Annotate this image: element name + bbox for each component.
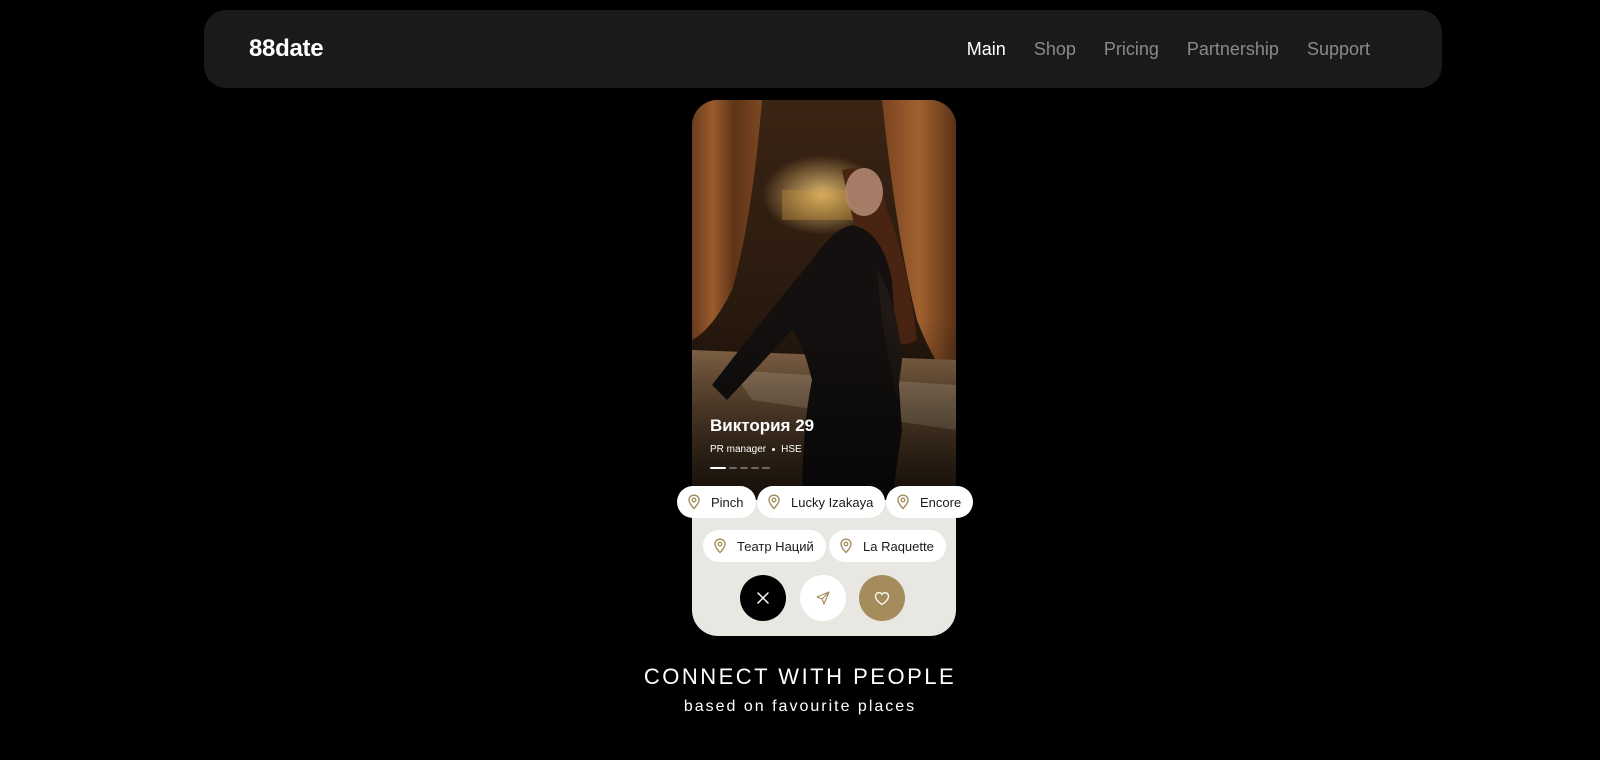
- dislike-button[interactable]: [740, 575, 786, 621]
- paper-plane-icon: [816, 591, 830, 605]
- profile-name-age: Виктория 29: [710, 416, 815, 435]
- place-chip-pinch[interactable]: Pinch: [677, 486, 756, 518]
- meta-separator-dot: [772, 448, 776, 451]
- heart-icon: [874, 591, 890, 605]
- photo-progress-segment: [762, 467, 770, 469]
- header-bar: 88date Main Shop Pricing Partnership Sup…: [204, 10, 1442, 88]
- photo-progress-segment: [740, 467, 748, 469]
- place-chip-teatr-natsiy[interactable]: Театр Наций: [703, 530, 826, 562]
- close-icon: [757, 592, 769, 604]
- nav-item-main[interactable]: Main: [967, 39, 1006, 60]
- place-chip-label: Театр Наций: [737, 538, 814, 554]
- location-pin-icon: [688, 494, 700, 510]
- location-pin-icon: [897, 494, 909, 510]
- profile-occupation: PR manager: [710, 444, 767, 455]
- hero-title: CONNECT WITH PEOPLE: [643, 664, 957, 689]
- landing-page: 88date Main Shop Pricing Partnership Sup…: [0, 0, 1600, 760]
- place-chip-encore[interactable]: Encore: [886, 486, 974, 518]
- like-button[interactable]: [859, 575, 905, 621]
- photo-progress-segment: [710, 467, 726, 469]
- nav-item-pricing[interactable]: Pricing: [1104, 39, 1159, 60]
- photo-progress-indicator: [710, 467, 770, 469]
- photo-progress-segment: [729, 467, 737, 469]
- nav-item-partnership[interactable]: Partnership: [1187, 39, 1279, 60]
- place-chip-lucky-izakaya[interactable]: Lucky Izakaya: [757, 486, 886, 518]
- place-chip-label: Encore: [920, 494, 962, 510]
- profile-meta: PR manager HSE: [710, 444, 802, 455]
- profile-photo[interactable]: Виктория 29 PR manager HSE: [692, 100, 956, 500]
- location-pin-icon: [840, 538, 852, 554]
- place-chip-label: Pinch: [711, 494, 744, 510]
- logo[interactable]: 88date: [249, 10, 324, 88]
- profile-education: HSE: [781, 444, 802, 455]
- nav-item-shop[interactable]: Shop: [1034, 39, 1076, 60]
- main-nav: Main Shop Pricing Partnership Support: [967, 10, 1370, 88]
- place-chip-la-raquette[interactable]: La Raquette: [829, 530, 946, 562]
- photo-progress-segment: [751, 467, 759, 469]
- nav-item-support[interactable]: Support: [1307, 39, 1370, 60]
- send-message-button[interactable]: [800, 575, 846, 621]
- hero-subtitle: based on favourite places: [683, 698, 917, 715]
- location-pin-icon: [714, 538, 726, 554]
- place-chip-label: Lucky Izakaya: [791, 494, 874, 510]
- place-chip-label: La Raquette: [863, 538, 934, 554]
- location-pin-icon: [768, 494, 780, 510]
